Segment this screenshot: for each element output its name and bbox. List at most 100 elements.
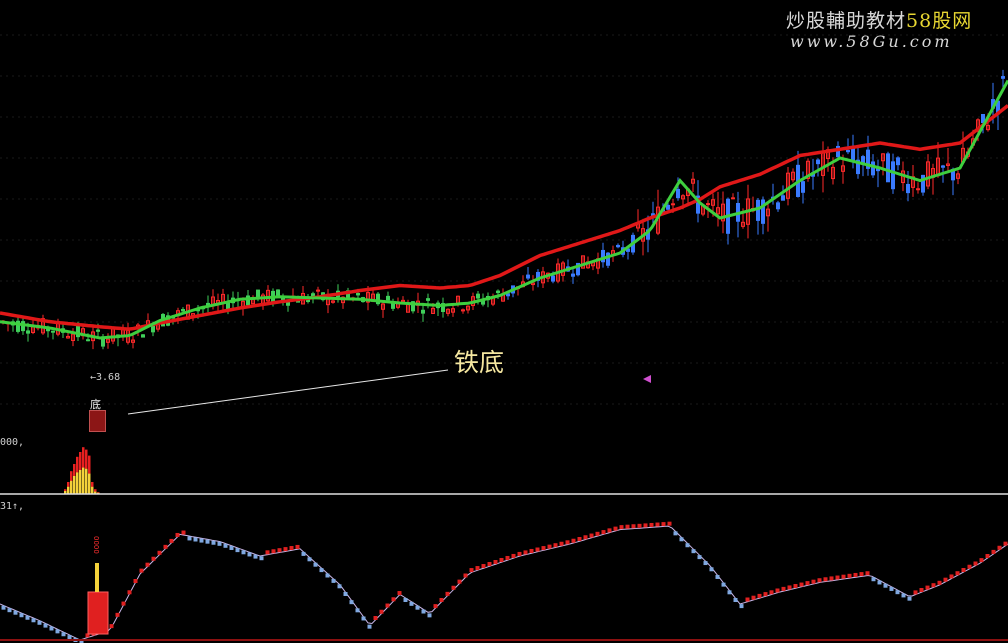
oscillator-dot [703,561,708,566]
oscillator-dot [745,597,750,602]
oscillator-dot [361,616,366,621]
candle-body [26,330,30,334]
oscillator-dot [835,575,840,580]
oscillator-dot [175,532,180,537]
candle-body [801,181,805,193]
oscillator-dot [241,550,246,555]
oscillator-dot [31,618,36,623]
oscillator-dot [487,562,492,567]
oscillator-dot [367,624,372,629]
oscillator-dot [463,573,468,578]
candle-body [86,339,90,342]
candle-body [426,298,430,301]
oscillator-dot [283,547,288,552]
volume-bar-inner [82,467,85,494]
oscillator-dot [865,571,870,576]
oscillator [0,521,1008,643]
oscillator-dot [235,548,240,553]
oscillator-dot [511,553,516,558]
oscillator-dot [577,537,582,542]
oscillator-dot [793,584,798,588]
oscillator-dot [505,555,510,560]
candle-body [886,153,890,183]
candle-body [706,203,710,206]
oscillator-dot [307,557,312,562]
volume-bar-inner [91,486,94,494]
oscillator-dot [667,521,672,526]
oscillator-dot [229,545,234,550]
oscillator-dot [121,601,126,606]
oscillator-dot [541,546,546,551]
candle-body [276,289,280,297]
oscillator-dot [457,579,462,584]
candle-body [851,148,855,162]
oscillator-dot [139,568,144,573]
oscillator-dot [115,612,120,617]
oscillator-dot [955,571,960,576]
oscillator-dot [631,524,636,529]
oscillator-dot [589,533,594,538]
oscillator-dot [895,590,900,595]
oscillator-dot [61,632,66,637]
candle-body [181,309,185,312]
oscillator-dot [49,626,54,631]
oscillator-dot [397,591,402,596]
oscillator-dot [151,556,156,561]
oscillator-dot [769,590,774,595]
oscillator-dot [901,593,906,598]
oscillator-dot [931,583,936,588]
oscillator-dot [343,592,348,596]
oscillator-dot [889,586,894,591]
volume-bars [64,447,100,494]
candle-body [496,290,500,294]
oscillator-dot [127,590,132,595]
oscillator-dot [859,572,864,577]
candle-body [891,161,895,190]
oscillator-dot [679,537,684,542]
oscillator-dot [289,546,294,551]
candle-body [386,295,390,301]
candle-body [51,330,55,333]
oscillator-dot [181,530,186,535]
oscillator-dot [535,547,540,552]
oscillator-dot [199,538,204,543]
oscillator-dot [205,539,210,544]
kline-chart [0,34,1008,643]
oscillator-dot [883,583,888,588]
oscillator-dot [565,540,570,545]
oscillator-dot [427,613,432,618]
volume-bar-inner [76,472,79,494]
candlesticks [1,69,1005,350]
volume-bar-inner [67,486,70,494]
oscillator-signal-bar [87,591,109,635]
oscillator-dot [871,577,876,582]
candle-body [916,188,920,191]
oscillator-dot [247,552,252,557]
candle-body [871,161,875,176]
oscillator-pane-label: 31↑, [0,501,25,512]
annotation-pointer-line [127,369,449,415]
oscillator-dot [43,623,48,628]
candle-body [756,199,760,221]
oscillator-dot [991,549,996,554]
marker-triangle-icon [643,375,651,383]
oscillator-dot [715,574,720,579]
oscillator-dot [727,590,732,595]
candle-body [941,165,945,168]
oscillator-dot [265,550,270,555]
oscillator-dot [439,597,444,602]
oscillator-dot [349,600,354,605]
oscillator-signal-text: 0000 [92,536,100,554]
volume-pane-label: 000, [0,437,25,448]
candle-body [526,274,530,279]
low-price-label: ←3.68 [90,372,121,383]
oscillator-dot [691,549,696,554]
oscillator-dot [517,551,522,556]
oscillator-dot [583,535,588,540]
oscillator-dot [277,548,282,553]
oscillator-dot [319,568,324,573]
oscillator-dot [841,574,846,579]
candle-body [571,273,575,277]
oscillator-dot [271,549,276,554]
candle-body [896,157,900,166]
